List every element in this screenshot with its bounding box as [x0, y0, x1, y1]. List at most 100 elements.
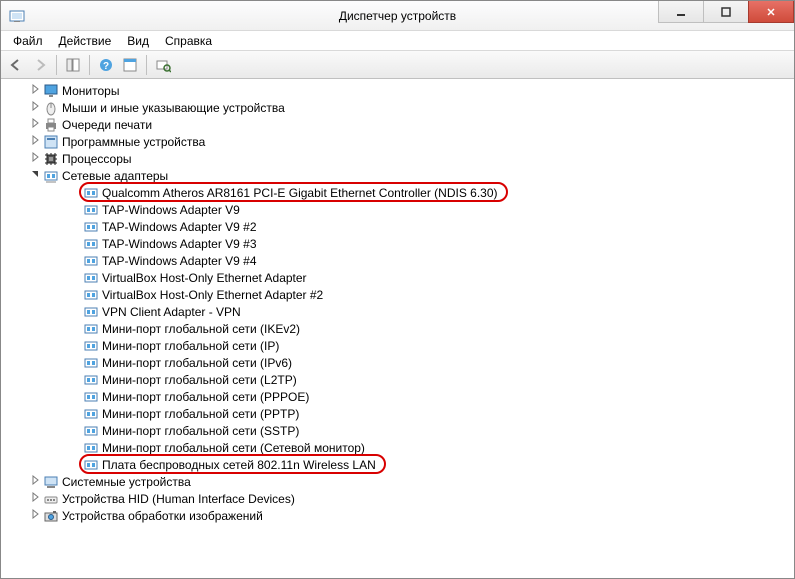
printer-icon: [43, 117, 59, 133]
menu-view[interactable]: Вид: [119, 32, 157, 50]
network-adapter-icon: [83, 406, 99, 422]
device-label: VPN Client Adapter - VPN: [102, 305, 241, 319]
device-label: Qualcomm Atheros AR8161 PCI-E Gigabit Et…: [102, 186, 498, 200]
tree-category[interactable]: Очереди печати: [3, 116, 794, 133]
app-icon: [9, 8, 25, 24]
device-label: Мини-порт глобальной сети (SSTP): [102, 424, 299, 438]
expander-icon[interactable]: [29, 475, 41, 488]
menu-help[interactable]: Справка: [157, 32, 220, 50]
toolbar-separator: [56, 55, 57, 75]
tree-device-item[interactable]: TAP-Windows Adapter V9: [3, 201, 794, 218]
device-tree[interactable]: Мониторы Мыши и иные указывающие устройст…: [1, 80, 794, 578]
expander-icon[interactable]: [29, 509, 41, 522]
device-label: VirtualBox Host-Only Ethernet Adapter #2: [102, 288, 323, 302]
tree-device-item[interactable]: VirtualBox Host-Only Ethernet Adapter: [3, 269, 794, 286]
expander-icon[interactable]: [29, 84, 41, 97]
network-adapter-icon: [83, 372, 99, 388]
category-label: Процессоры: [62, 152, 132, 166]
expander-icon[interactable]: [29, 152, 41, 165]
tree-device-item[interactable]: TAP-Windows Adapter V9 #2: [3, 218, 794, 235]
tree-device-item[interactable]: Мини-порт глобальной сети (SSTP): [3, 422, 794, 439]
tree-device-item[interactable]: Мини-порт глобальной сети (Сетевой монит…: [3, 439, 794, 456]
device-label: Мини-порт глобальной сети (PPPOE): [102, 390, 309, 404]
cpu-icon: [43, 151, 59, 167]
category-label: Программные устройства: [62, 135, 205, 149]
svg-text:?: ?: [103, 61, 109, 72]
network-adapter-icon: [83, 270, 99, 286]
scan-hardware-button[interactable]: [152, 54, 174, 76]
network-adapter-icon: [83, 253, 99, 269]
tree-category[interactable]: Устройства обработки изображений: [3, 507, 794, 524]
tree-category[interactable]: Устройства HID (Human Interface Devices): [3, 490, 794, 507]
network-adapter-icon: [83, 304, 99, 320]
mouse-icon: [43, 100, 59, 116]
properties-button[interactable]: [119, 54, 141, 76]
device-label: Мини-порт глобальной сети (Сетевой монит…: [102, 441, 365, 455]
expander-icon[interactable]: [29, 135, 41, 148]
minimize-button[interactable]: [658, 1, 704, 23]
network-adapter-icon: [83, 321, 99, 337]
network-adapter-icon: [83, 389, 99, 405]
tree-device-item[interactable]: VPN Client Adapter - VPN: [3, 303, 794, 320]
tree-category[interactable]: Системные устройства: [3, 473, 794, 490]
category-label: Системные устройства: [62, 475, 191, 489]
monitor-icon: [43, 83, 59, 99]
tree-category[interactable]: Процессоры: [3, 150, 794, 167]
tree-category[interactable]: Мониторы: [3, 82, 794, 99]
network-adapter-icon: [83, 338, 99, 354]
forward-button[interactable]: [29, 54, 51, 76]
menu-file[interactable]: Файл: [5, 32, 51, 50]
network-adapter-icon: [83, 440, 99, 456]
menu-bar: Файл Действие Вид Справка: [1, 31, 794, 51]
expander-icon[interactable]: [29, 118, 41, 131]
toolbar-separator: [89, 55, 90, 75]
category-label: Мыши и иные указывающие устройства: [62, 101, 285, 115]
device-label: TAP-Windows Adapter V9: [102, 203, 240, 217]
window-titlebar: Диспетчер устройств: [1, 1, 794, 31]
toolbar-separator: [146, 55, 147, 75]
device-label: Мини-порт глобальной сети (IKEv2): [102, 322, 300, 336]
tree-device-item[interactable]: Мини-порт глобальной сети (PPPOE): [3, 388, 794, 405]
expander-icon[interactable]: [29, 169, 41, 182]
content-area: Мониторы Мыши и иные указывающие устройст…: [1, 79, 794, 578]
help-button[interactable]: ?: [95, 54, 117, 76]
window-controls: [658, 1, 794, 30]
network-adapter-icon: [83, 219, 99, 235]
device-label: TAP-Windows Adapter V9 #2: [102, 220, 257, 234]
imaging-icon: [43, 508, 59, 524]
tree-device-item[interactable]: TAP-Windows Adapter V9 #4: [3, 252, 794, 269]
tree-device-item[interactable]: Мини-порт глобальной сети (IP): [3, 337, 794, 354]
network-icon: [43, 168, 59, 184]
category-label: Устройства обработки изображений: [62, 509, 263, 523]
tree-device-item[interactable]: Плата беспроводных сетей 802.11n Wireles…: [3, 456, 794, 473]
tree-device-item[interactable]: VirtualBox Host-Only Ethernet Adapter #2: [3, 286, 794, 303]
device-label: TAP-Windows Adapter V9 #4: [102, 254, 257, 268]
show-hide-console-tree-button[interactable]: [62, 54, 84, 76]
tree-device-item[interactable]: Мини-порт глобальной сети (PPTP): [3, 405, 794, 422]
device-label: Плата беспроводных сетей 802.11n Wireles…: [102, 458, 376, 472]
tree-category[interactable]: Программные устройства: [3, 133, 794, 150]
expander-icon[interactable]: [29, 492, 41, 505]
device-label: VirtualBox Host-Only Ethernet Adapter: [102, 271, 307, 285]
network-adapter-icon: [83, 423, 99, 439]
tree-device-item[interactable]: TAP-Windows Adapter V9 #3: [3, 235, 794, 252]
expander-icon[interactable]: [29, 101, 41, 114]
back-button[interactable]: [5, 54, 27, 76]
category-label: Мониторы: [62, 84, 119, 98]
tree-category[interactable]: Сетевые адаптеры: [3, 167, 794, 184]
tree-device-item[interactable]: Мини-порт глобальной сети (IKEv2): [3, 320, 794, 337]
hid-icon: [43, 491, 59, 507]
close-button[interactable]: [748, 1, 794, 23]
network-adapter-icon: [83, 287, 99, 303]
tree-category[interactable]: Мыши и иные указывающие устройства: [3, 99, 794, 116]
device-label: TAP-Windows Adapter V9 #3: [102, 237, 257, 251]
category-label: Устройства HID (Human Interface Devices): [62, 492, 295, 506]
tree-device-item[interactable]: Мини-порт глобальной сети (L2TP): [3, 371, 794, 388]
menu-action[interactable]: Действие: [51, 32, 120, 50]
maximize-button[interactable]: [703, 1, 749, 23]
network-adapter-icon: [83, 202, 99, 218]
tree-device-item[interactable]: Мини-порт глобальной сети (IPv6): [3, 354, 794, 371]
tree-device-item[interactable]: Qualcomm Atheros AR8161 PCI-E Gigabit Et…: [3, 184, 794, 201]
system-icon: [43, 474, 59, 490]
device-label: Мини-порт глобальной сети (L2TP): [102, 373, 297, 387]
